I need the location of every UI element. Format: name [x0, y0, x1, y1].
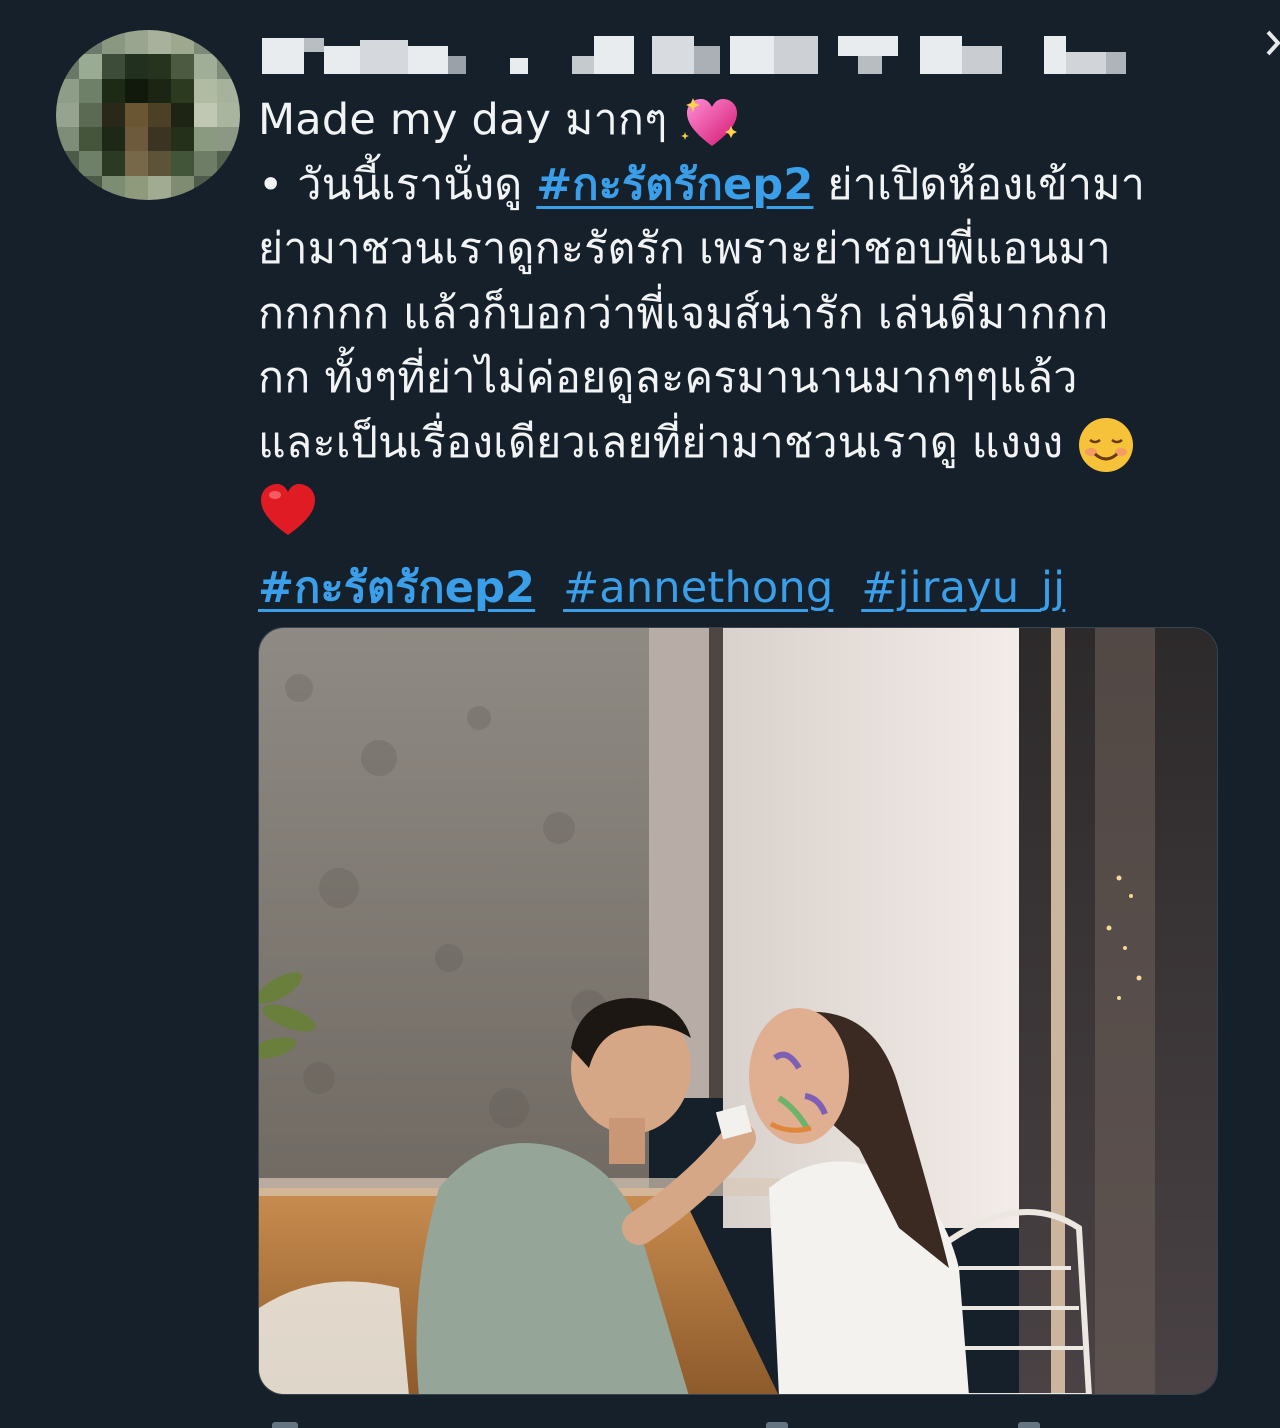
reply-icon[interactable]	[272, 1422, 298, 1428]
more-options-icon[interactable]	[1266, 28, 1280, 58]
tweet-line-1-text: Made my day มากๆ	[258, 95, 668, 145]
author-name[interactable]	[260, 32, 1140, 76]
tweet-line-5: กก ทั้งๆที่ย่าไม่ค่อยดูละครมานานมากๆๆแล้…	[258, 353, 1078, 403]
tweet-text: Made my day มากๆ • วันนี้เรานั่งดู #กะรั…	[258, 88, 1258, 620]
tweet-line-2: • วันนี้เรานั่งดู #กะรัตรักep2 ย่าเปิดห้…	[258, 153, 1258, 218]
avatar[interactable]	[56, 30, 240, 200]
tweet-line-7	[258, 475, 1258, 540]
hashtags-row: #กะรัตรักep2 #annethong #jirayu_jj	[258, 556, 1258, 621]
sparkling-heart-icon	[681, 97, 738, 146]
photo-image	[259, 628, 1217, 1394]
tweet-line-6-text: และเป็นเรื่องเดียวเลยที่ย่ามาชวนเราดู แง…	[258, 417, 1064, 468]
tweet-line-6: และเป็นเรื่องเดียวเลยที่ย่ามาชวนเราดู แง…	[258, 411, 1258, 476]
tweet-actions-row	[258, 1418, 1218, 1428]
tweet-line-1: Made my day มากๆ	[258, 88, 1258, 153]
hashtag-inline-link[interactable]: #กะรัตรักep2	[536, 160, 813, 210]
smiling-face-icon	[1079, 418, 1134, 472]
tweet-photo[interactable]	[258, 627, 1218, 1395]
tweet-line-4: กกกกก แล้วก็บอกว่าพี่เจมส์น่ารัก เล่นดีม…	[258, 288, 1109, 339]
hashtag-link-3[interactable]: #jirayu_jj	[861, 563, 1065, 613]
tweet-line-2-text: • วันนี้เรานั่งดู	[258, 159, 523, 210]
red-heart-icon	[261, 483, 315, 535]
share-icon[interactable]	[1018, 1422, 1040, 1428]
tweet-line-2-tail: ย่าเปิดห้องเข้ามา	[827, 159, 1146, 210]
hashtag-link-2[interactable]: #annethong	[563, 563, 833, 613]
like-icon[interactable]	[766, 1422, 788, 1428]
hashtag-link-1[interactable]: #กะรัตรักep2	[258, 563, 535, 613]
tweet-line-3: ย่ามาชวนเราดูกะรัตรัก เพราะย่าชอบพี่แอนม…	[258, 224, 1111, 274]
